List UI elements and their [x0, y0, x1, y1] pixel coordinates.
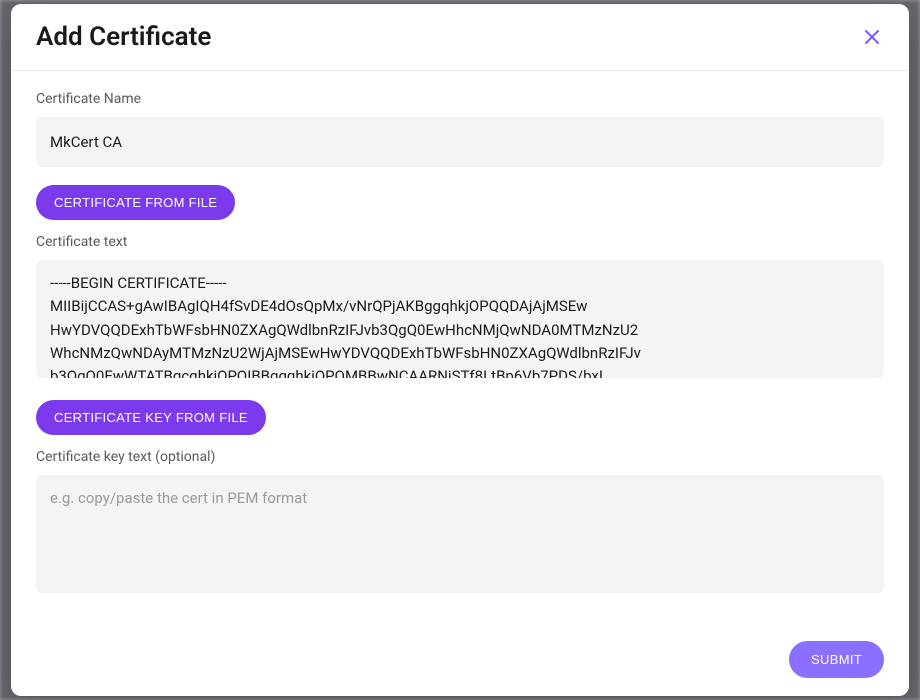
certificate-key-from-file-button[interactable]: CERTIFICATE KEY FROM FILE	[36, 400, 266, 435]
certificate-name-label: Certificate Name	[36, 91, 884, 107]
certificate-text-label: Certificate text	[36, 234, 884, 250]
add-certificate-modal: Add Certificate Certificate Name CERTIFI…	[11, 4, 909, 696]
certificate-from-file-button[interactable]: CERTIFICATE FROM FILE	[36, 185, 235, 220]
modal-header: Add Certificate	[11, 4, 909, 71]
modal-title: Add Certificate	[36, 22, 211, 52]
certificate-name-input[interactable]	[36, 117, 884, 167]
modal-footer: SUBMIT	[11, 627, 909, 696]
certificate-key-text-input[interactable]	[36, 475, 884, 593]
certificate-key-text-label: Certificate key text (optional)	[36, 449, 884, 465]
close-icon	[864, 29, 880, 45]
close-button[interactable]	[860, 25, 884, 49]
certificate-text-input[interactable]	[36, 260, 884, 378]
submit-button[interactable]: SUBMIT	[789, 641, 884, 678]
modal-body: Certificate Name CERTIFICATE FROM FILE C…	[11, 71, 909, 627]
